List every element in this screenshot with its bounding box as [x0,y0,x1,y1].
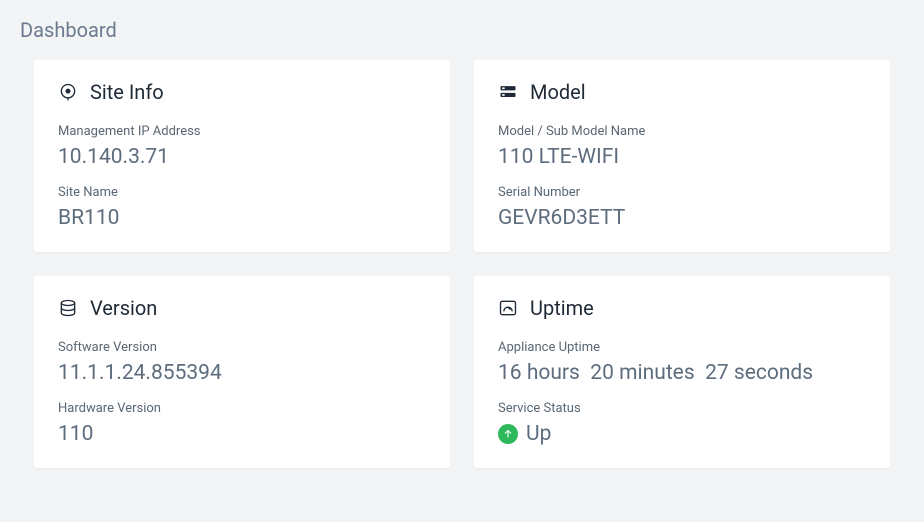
dashboard-meter-icon [498,298,518,318]
uptime-header: Uptime [498,296,866,320]
cards-grid: Site Info Management IP Address 10.140.3… [20,60,904,468]
software-version-label: Software Version [58,340,426,355]
serial-label: Serial Number [498,185,866,200]
model-name-label: Model / Sub Model Name [498,124,866,139]
site-name-value: BR110 [58,206,426,230]
service-status-value: Up [526,422,551,446]
software-version-field: Software Version 11.1.1.24.855394 [58,340,426,385]
status-up-icon [498,424,518,444]
version-header: Version [58,296,426,320]
service-status-row: Up [498,422,866,446]
location-pin-icon [58,82,78,102]
serial-value: GEVR6D3ETT [498,206,866,230]
model-title: Model [530,80,586,104]
site-info-header: Site Info [58,80,426,104]
database-icon [58,298,78,318]
management-ip-value: 10.140.3.71 [58,145,426,169]
hardware-version-value: 110 [58,422,426,446]
hardware-version-label: Hardware Version [58,401,426,416]
version-title: Version [90,296,157,320]
appliance-uptime-field: Appliance Uptime 16 hours 20 minutes 27 … [498,340,866,385]
hardware-version-field: Hardware Version 110 [58,401,426,446]
site-info-title: Site Info [90,80,164,104]
site-name-label: Site Name [58,185,426,200]
appliance-uptime-label: Appliance Uptime [498,340,866,355]
uptime-title: Uptime [530,296,594,320]
software-version-value: 11.1.1.24.855394 [58,361,426,385]
serial-field: Serial Number GEVR6D3ETT [498,185,866,230]
site-name-field: Site Name BR110 [58,185,426,230]
model-header: Model [498,80,866,104]
service-status-field: Service Status Up [498,401,866,446]
service-status-label: Service Status [498,401,866,416]
site-info-card: Site Info Management IP Address 10.140.3… [34,60,450,252]
management-ip-label: Management IP Address [58,124,426,139]
page-title: Dashboard [20,18,904,42]
model-name-value: 110 LTE-WIFI [498,145,866,169]
management-ip-field: Management IP Address 10.140.3.71 [58,124,426,169]
server-icon [498,82,518,102]
version-card: Version Software Version 11.1.1.24.85539… [34,276,450,468]
appliance-uptime-value: 16 hours 20 minutes 27 seconds [498,361,866,385]
model-name-field: Model / Sub Model Name 110 LTE-WIFI [498,124,866,169]
uptime-card: Uptime Appliance Uptime 16 hours 20 minu… [474,276,890,468]
model-card: Model Model / Sub Model Name 110 LTE-WIF… [474,60,890,252]
